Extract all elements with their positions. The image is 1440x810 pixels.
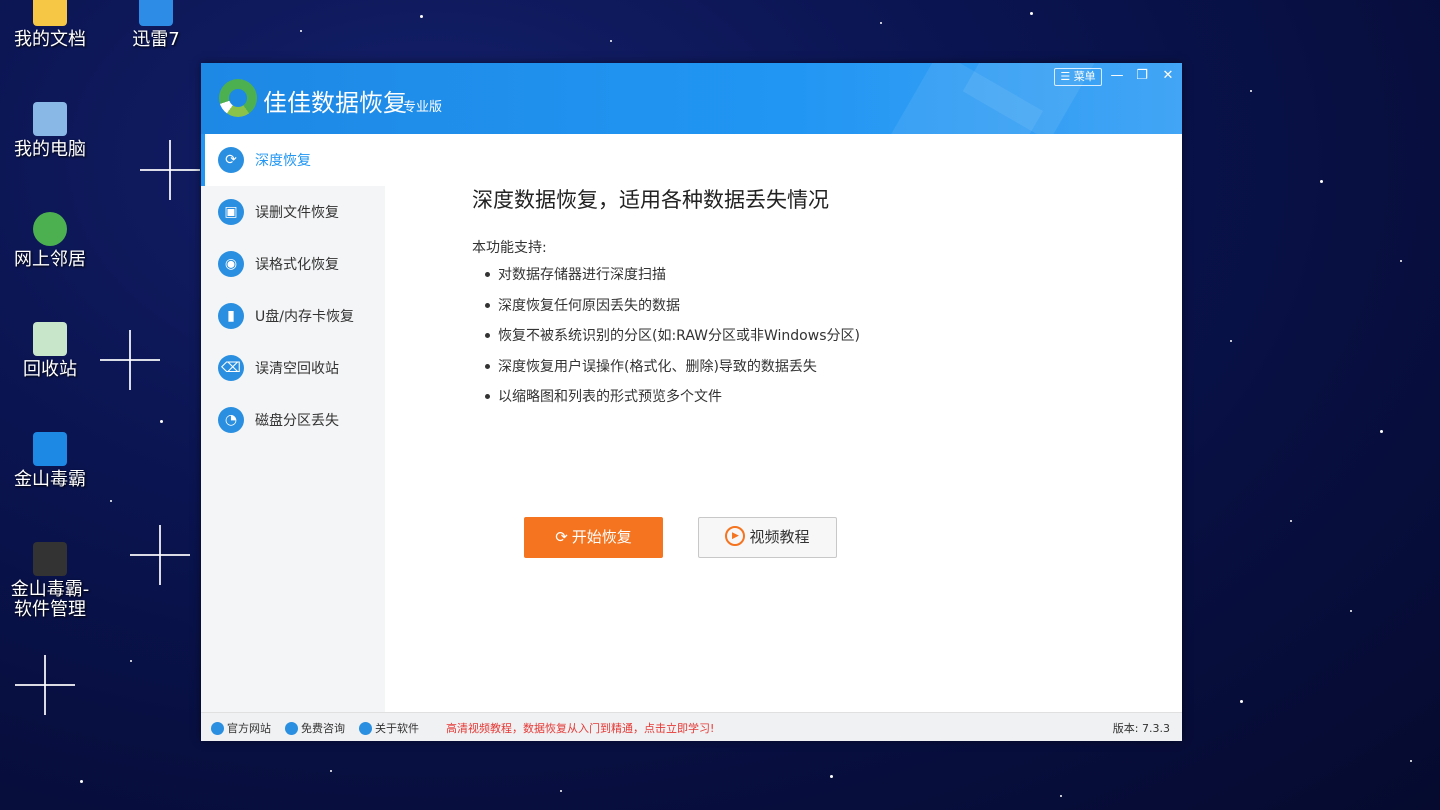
desktop-icon-xunlei[interactable]: 迅雷7 — [108, 0, 204, 50]
feature-list: 对数据存储器进行深度扫描 深度恢复任何原因丢失的数据 恢复不被系统识别的分区(如… — [483, 260, 860, 413]
video-tutorial-button[interactable]: ▶ 视频教程 — [698, 517, 837, 558]
computer-icon — [33, 102, 67, 136]
start-recovery-button[interactable]: ⟳ 开始恢复 — [524, 517, 663, 558]
restore-icon[interactable]: ❐ — [1134, 68, 1150, 84]
about-label: 关于软件 — [375, 722, 419, 735]
list-item: 恢复不被系统识别的分区(如:RAW分区或非Windows分区) — [483, 321, 860, 352]
menu-icon: ☰ — [1060, 70, 1071, 83]
sidebar-item-partition-lost[interactable]: ◔ 磁盘分区丢失 — [201, 394, 385, 446]
sidebar-item-label: 误格式化恢复 — [255, 257, 339, 273]
desktop-icon-label: 迅雷7 — [132, 29, 180, 50]
xunlei-bird-icon — [139, 0, 173, 26]
desktop-icon-label: 回收站 — [23, 359, 77, 380]
title-bar[interactable]: 佳佳数据恢复 专业版 ☰ 菜单 — ❐ ✕ — [201, 63, 1182, 134]
minimize-icon[interactable]: — — [1109, 68, 1125, 84]
desktop-icon-label: 网上邻居 — [14, 249, 86, 270]
trash-icon: ⌫ — [218, 355, 244, 381]
desktop-icon-my-computer[interactable]: 我的电脑 — [2, 102, 98, 160]
list-item: 对数据存储器进行深度扫描 — [483, 260, 860, 291]
official-site-link[interactable]: 官方网站 — [211, 720, 271, 736]
network-icon — [33, 212, 67, 246]
free-consult-label: 免费咨询 — [301, 722, 345, 735]
sidebar-item-format-recovery[interactable]: ◉ 误格式化恢复 — [201, 238, 385, 290]
refresh-icon: ⟳ — [555, 528, 568, 546]
folder-icon: ▣ — [218, 199, 244, 225]
sidebar-item-label: 磁盘分区丢失 — [255, 413, 339, 429]
sidebar-item-recycle-bin-recovery[interactable]: ⌫ 误清空回收站 — [201, 342, 385, 394]
sidebar: ⟳ 深度恢复 ▣ 误删文件恢复 ◉ 误格式化恢复 ▮ U盘/内存卡恢复 ⌫ 误清… — [201, 134, 385, 712]
version-label: 版本: 7.3.3 — [1112, 722, 1170, 735]
usb-icon: ▮ — [218, 303, 244, 329]
list-item: 以缩略图和列表的形式预览多个文件 — [483, 382, 860, 413]
desktop-icon-network[interactable]: 网上邻居 — [2, 212, 98, 270]
sidebar-item-usb-card-recovery[interactable]: ▮ U盘/内存卡恢复 — [201, 290, 385, 342]
sidebar-item-deleted-files[interactable]: ▣ 误删文件恢复 — [201, 186, 385, 238]
app-window: 佳佳数据恢复 专业版 ☰ 菜单 — ❐ ✕ ⟳ 深度恢复 ▣ 误删文件恢复 ◉ … — [201, 63, 1182, 741]
official-site-label: 官方网站 — [227, 722, 271, 735]
list-item: 深度恢复用户误操作(格式化、删除)导致的数据丢失 — [483, 352, 860, 383]
software-manager-icon — [33, 542, 67, 576]
refresh-icon: ⟳ — [218, 147, 244, 173]
page-title: 深度数据恢复，适用各种数据丢失情况 — [472, 188, 829, 212]
partition-icon: ◔ — [218, 407, 244, 433]
recycle-bin-icon — [33, 322, 67, 356]
promo-link[interactable]: 高清视频教程，数据恢复从入门到精通，点击立即学习! — [446, 720, 714, 736]
support-label: 本功能支持: — [472, 240, 547, 256]
status-bar: 官方网站 免费咨询 关于软件 高清视频教程，数据恢复从入门到精通，点击立即学习!… — [201, 712, 1182, 741]
menu-button[interactable]: ☰ 菜单 — [1054, 68, 1102, 86]
video-tutorial-label: 视频教程 — [749, 528, 810, 546]
info-icon — [359, 721, 372, 735]
sidebar-item-label: 误删文件恢复 — [255, 205, 339, 221]
menu-label: 菜单 — [1073, 70, 1096, 83]
app-edition: 专业版 — [403, 100, 443, 115]
play-icon: ▶ — [725, 526, 746, 546]
desktop-icon-my-documents[interactable]: 我的文档 — [2, 0, 98, 50]
desktop-icon-recycle-bin[interactable]: 回收站 — [2, 322, 98, 380]
desktop-icon-label: 我的文档 — [14, 29, 86, 50]
folder-icon — [33, 0, 67, 26]
close-icon[interactable]: ✕ — [1160, 68, 1176, 84]
chat-icon — [285, 721, 298, 735]
sidebar-item-label: U盘/内存卡恢复 — [255, 309, 354, 325]
desktop-icon-label: 金山毒霸 — [14, 469, 86, 490]
main-panel: 深度数据恢复，适用各种数据丢失情况 本功能支持: 对数据存储器进行深度扫描 深度… — [385, 134, 1182, 712]
kingsoft-antivirus-icon — [33, 432, 67, 466]
disk-icon: ◉ — [218, 251, 244, 277]
desktop-icon-label: 我的电脑 — [14, 139, 86, 160]
about-link[interactable]: 关于软件 — [359, 720, 419, 736]
free-consult-link[interactable]: 免费咨询 — [285, 720, 345, 736]
sidebar-item-deep-recovery[interactable]: ⟳ 深度恢复 — [201, 134, 385, 186]
desktop-icon-kingsoft-software-manager[interactable]: 金山毒霸-软件管理 — [2, 542, 98, 620]
desktop-icon-kingsoft-antivirus[interactable]: 金山毒霸 — [2, 432, 98, 490]
start-recovery-label: 开始恢复 — [571, 528, 632, 546]
sidebar-item-label: 误清空回收站 — [255, 361, 339, 377]
home-icon — [211, 721, 224, 735]
list-item: 深度恢复任何原因丢失的数据 — [483, 291, 860, 322]
app-title: 佳佳数据恢复 — [263, 89, 407, 117]
app-logo-icon — [219, 79, 257, 117]
desktop-icon-label: 金山毒霸-软件管理 — [10, 579, 90, 620]
sidebar-item-label: 深度恢复 — [255, 153, 311, 169]
